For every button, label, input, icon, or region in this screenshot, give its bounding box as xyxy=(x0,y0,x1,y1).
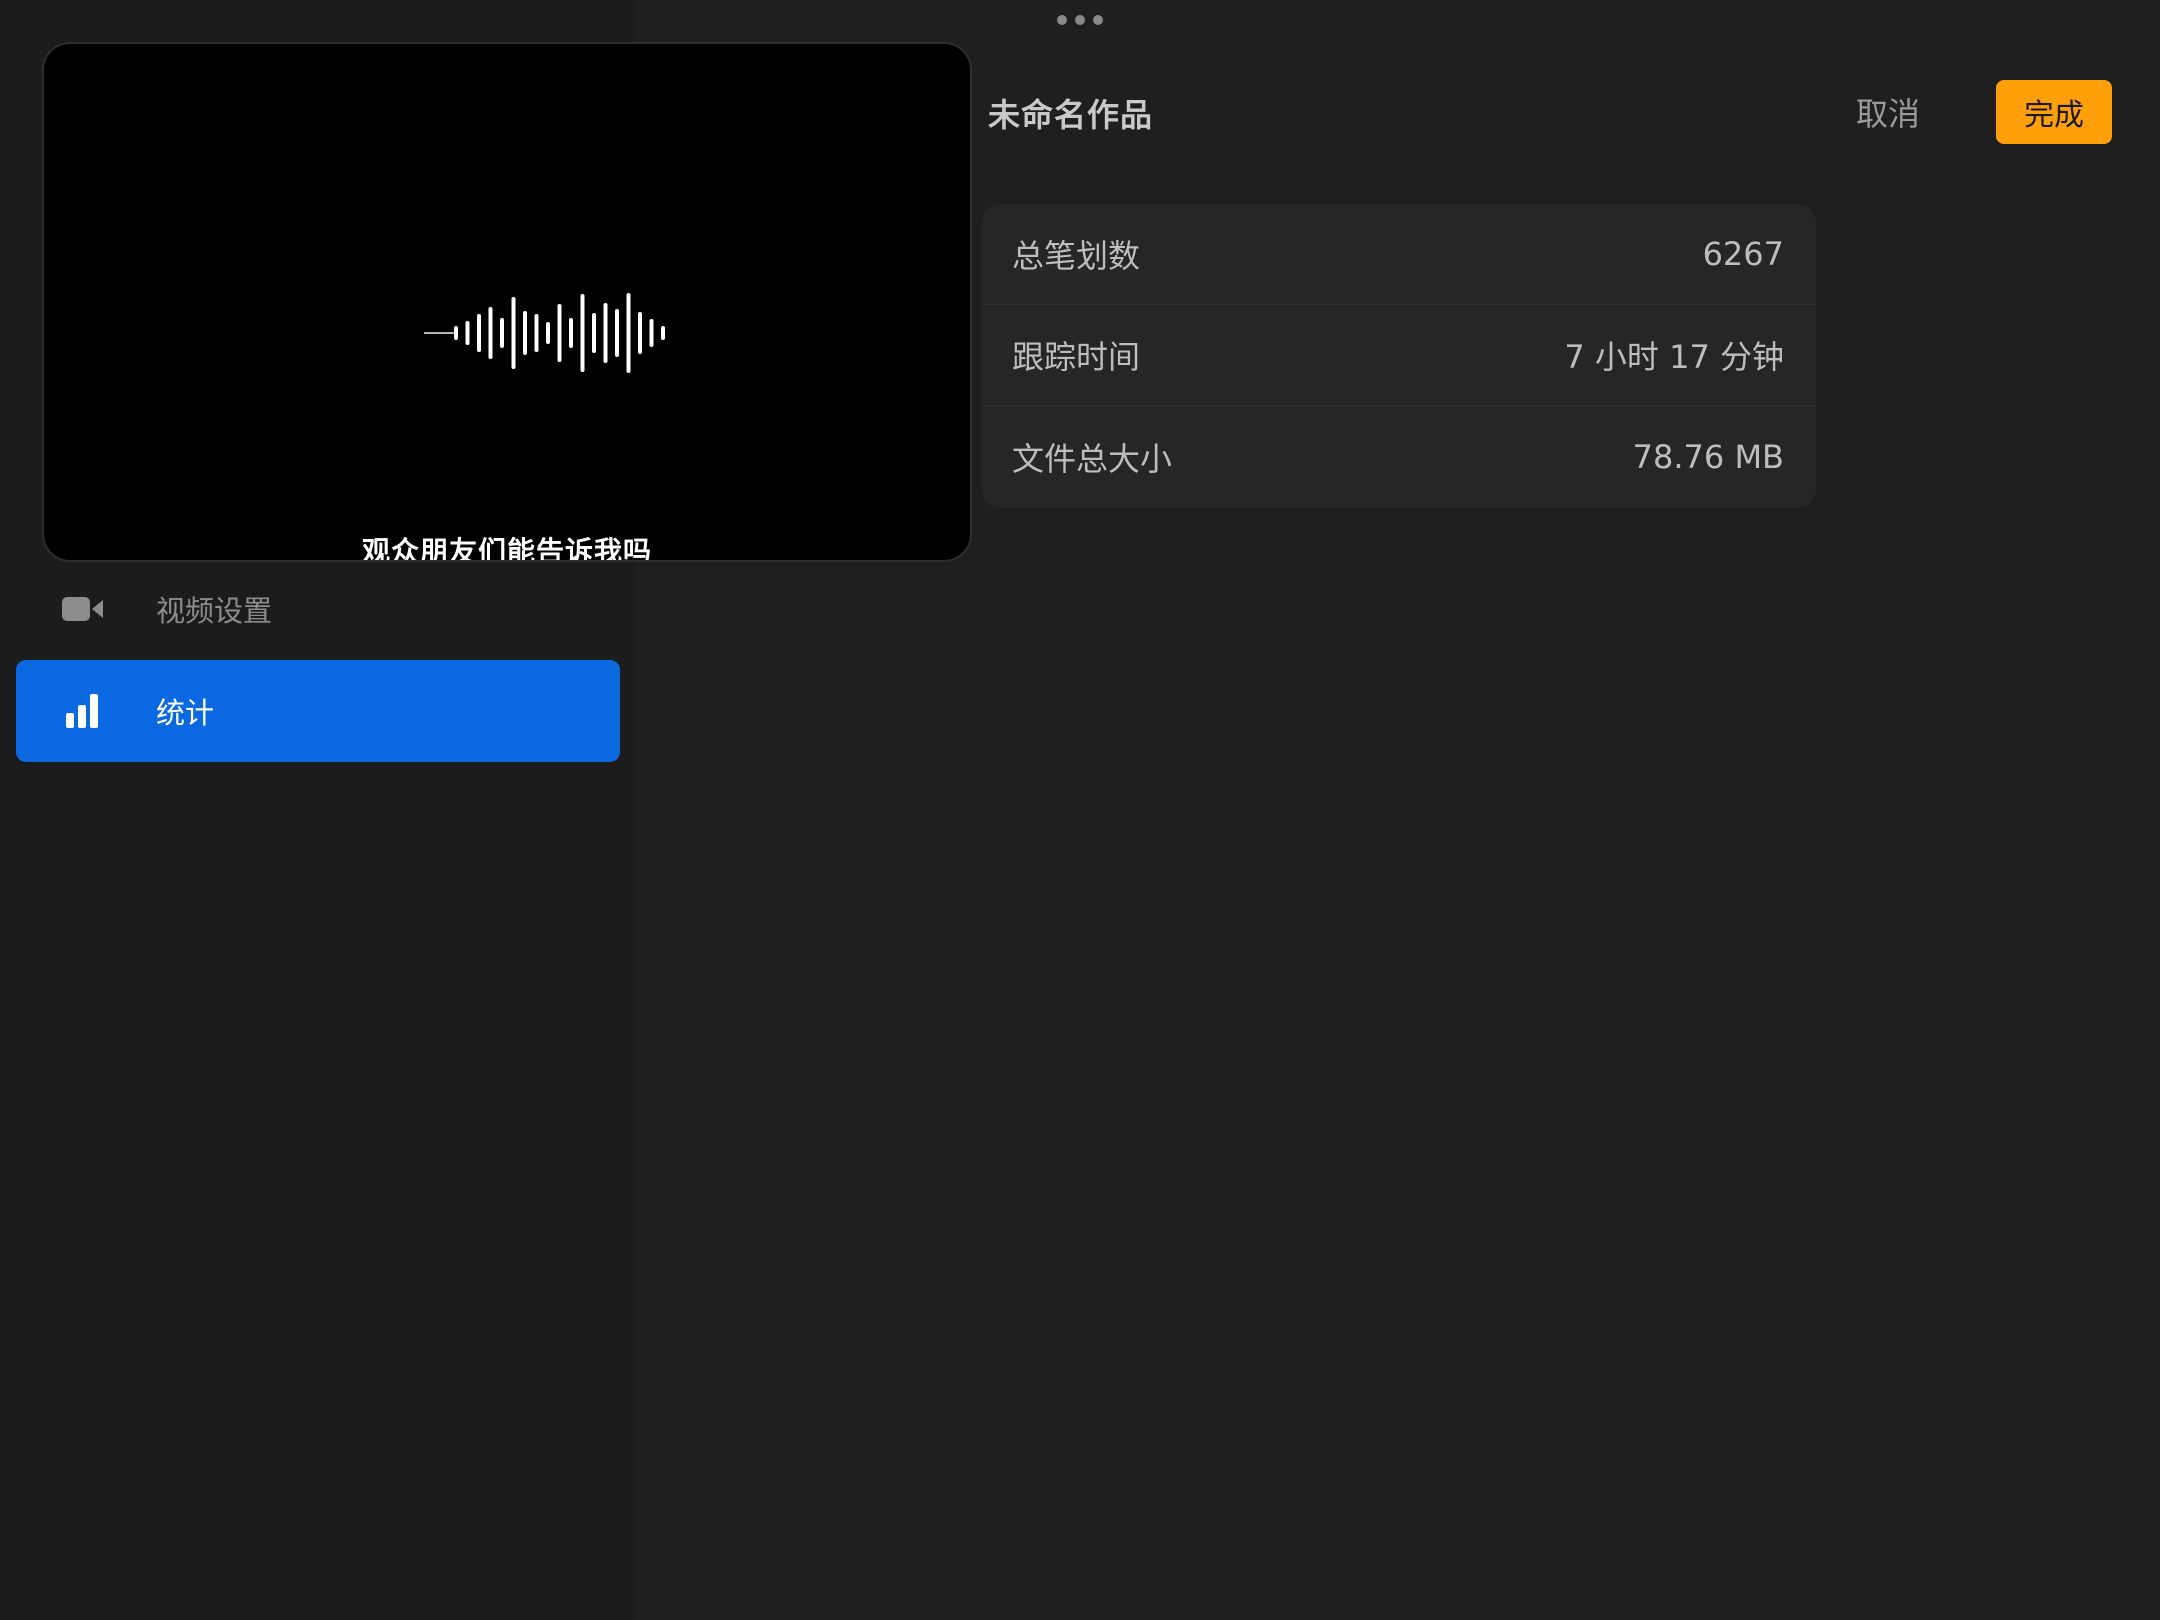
video-subtitle: 观众朋友们能告诉我吗 xyxy=(361,535,652,562)
statistics-card: 总笔划数 6267 跟踪时间 7 小时 17 分钟 文件总大小 78.76 MB xyxy=(982,204,1816,508)
stat-label: 文件总大小 xyxy=(1012,439,1173,478)
sidebar-item-label: 统计 xyxy=(156,696,215,730)
stat-value: 6267 xyxy=(1702,235,1784,273)
stat-row-tracking-time: 跟踪时间 7 小时 17 分钟 xyxy=(982,305,1816,406)
grabber-dot xyxy=(1057,15,1067,25)
cancel-button[interactable]: 取消 xyxy=(1838,80,1938,144)
stat-row-file-size: 文件总大小 78.76 MB xyxy=(982,406,1816,507)
sidebar-item-video-settings[interactable]: 视频设置 xyxy=(16,558,620,660)
page-title: 未命名作品 xyxy=(988,96,1154,134)
stat-label: 跟踪时间 xyxy=(1012,338,1141,376)
multitasking-handle[interactable] xyxy=(1057,14,1103,26)
stat-label: 总笔划数 xyxy=(1012,237,1141,275)
stat-value: 78.76 MB xyxy=(1632,437,1784,476)
bar-chart-icon xyxy=(60,691,106,731)
grabber-dot xyxy=(1075,15,1085,25)
sidebar-item-statistics[interactable]: 统计 xyxy=(16,660,620,762)
stat-value: 7 小时 17 分钟 xyxy=(1564,338,1784,376)
stat-row-total-strokes: 总笔划数 6267 xyxy=(982,204,1816,305)
done-button[interactable]: 完成 xyxy=(1996,80,2112,144)
grabber-dot xyxy=(1093,15,1103,25)
picture-in-picture-video[interactable]: 观众朋友们能告诉我吗 xyxy=(42,42,972,562)
sidebar-item-label: 视频设置 xyxy=(156,594,273,628)
audio-waveform-icon xyxy=(424,293,665,373)
app-window: 观众朋友们能告诉我吗 视频设置 统计 未命名作品 取消 完成 总笔划数 6267 xyxy=(0,0,2160,1620)
video-camera-icon xyxy=(60,589,106,629)
